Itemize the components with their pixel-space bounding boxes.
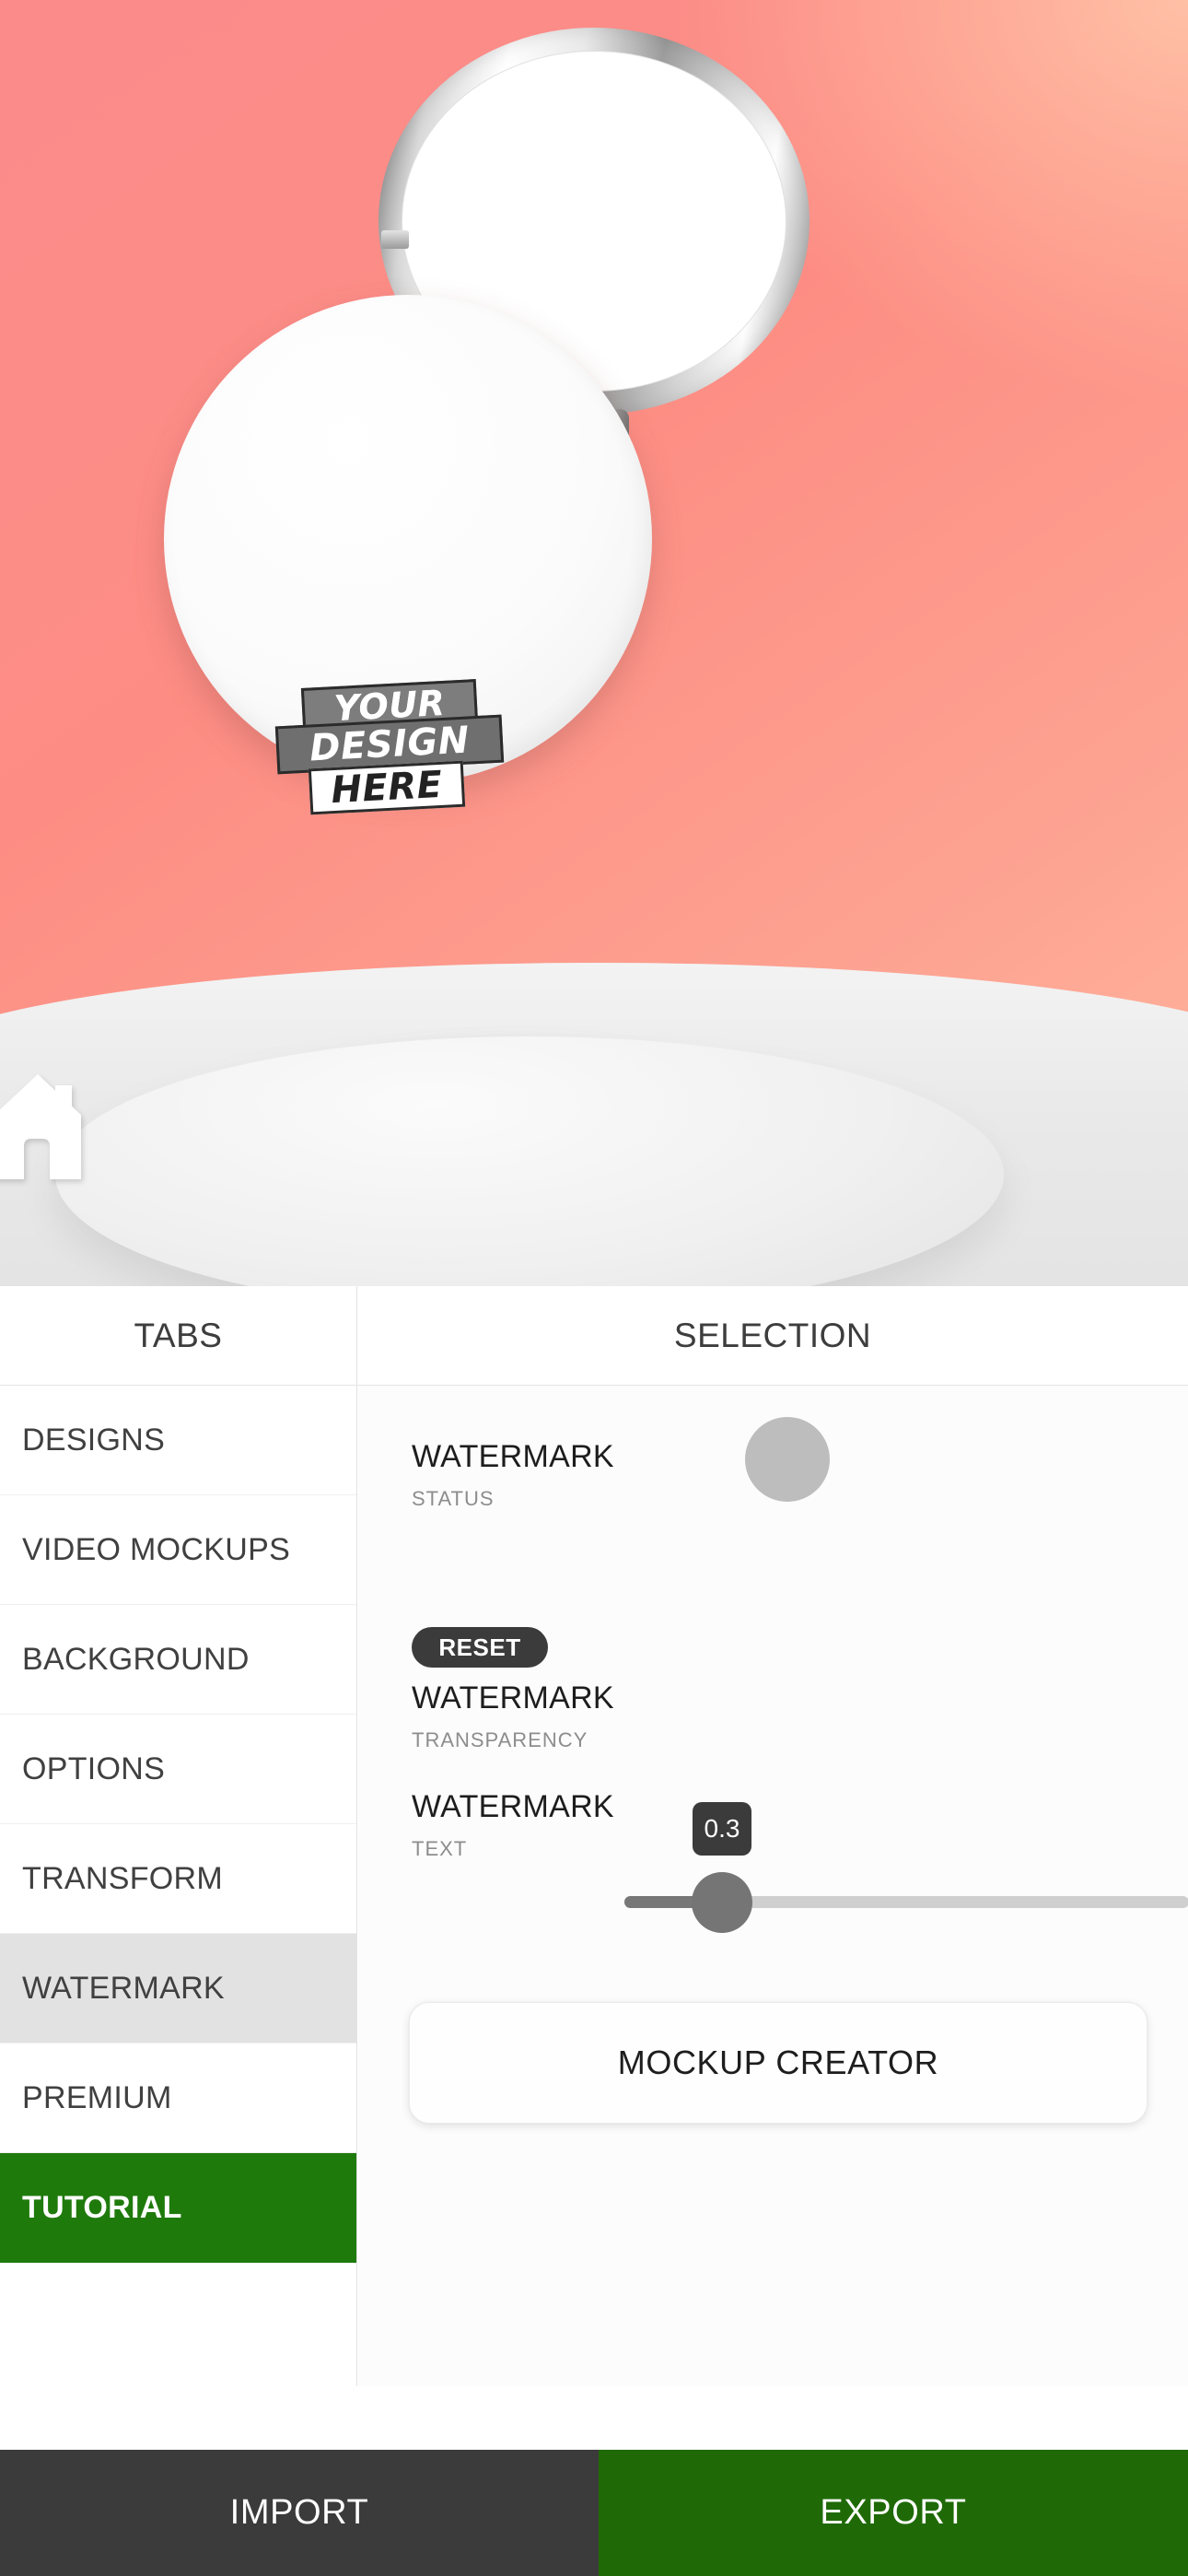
watermark-text-label: WATERMARK	[412, 1789, 614, 1824]
panel-header-bar: TABS SELECTION	[0, 1286, 1188, 1386]
selection-panel: WATERMARK STATUS RESET WATERMARK TRANSPA…	[358, 1386, 1188, 2386]
sidebar-item-options[interactable]: OPTIONS	[0, 1715, 356, 1824]
sidebar-item-label: OPTIONS	[22, 1751, 166, 1786]
watermark-transparency-sublabel: TRANSPARENCY	[412, 1728, 588, 1751]
mockup-preview[interactable]: YOUR DESIGN HERE	[0, 0, 1188, 1286]
sidebar-item-label: BACKGROUND	[22, 1641, 250, 1677]
keyring-gap	[381, 230, 409, 249]
sidebar-item-tutorial[interactable]: TUTORIAL	[0, 2153, 356, 2263]
sidebar-item-transform[interactable]: TRANSFORM	[0, 1824, 356, 1934]
sidebar-item-watermark[interactable]: WATERMARK	[0, 1934, 356, 2043]
sidebar-item-label: VIDEO MOCKUPS	[22, 1531, 291, 1567]
transparency-slider[interactable]: 0.3	[624, 1386, 1188, 2386]
sidebar-item-label: PREMIUM	[22, 2079, 172, 2115]
watermark-status-sublabel: STATUS	[412, 1487, 495, 1510]
sidebar-item-label: TUTORIAL	[22, 2189, 182, 2225]
export-button[interactable]: EXPORT	[599, 2450, 1188, 2576]
app-root: YOUR DESIGN HERE TABS SELECTION DESIGNS …	[0, 0, 1188, 2576]
sidebar-item-designs[interactable]: DESIGNS	[0, 1386, 356, 1495]
bottom-action-bar: IMPORT EXPORT	[0, 2450, 1188, 2576]
watermark-status-label: WATERMARK	[412, 1439, 614, 1474]
design-artwork: YOUR DESIGN HERE	[274, 679, 516, 815]
slider-thumb[interactable]	[692, 1872, 752, 1933]
selection-column-header: SELECTION	[673, 1316, 872, 1354]
home-icon[interactable]	[0, 1058, 88, 1187]
watermark-text-sublabel: TEXT	[412, 1837, 468, 1860]
sidebar-item-premium[interactable]: PREMIUM	[0, 2043, 356, 2153]
sidebar-item-label: DESIGNS	[22, 1422, 166, 1458]
watermark-transparency-label: WATERMARK	[412, 1680, 614, 1715]
mockup-creator-button[interactable]: MOCKUP CREATOR	[409, 2002, 1147, 2124]
sidebar-item-label: TRANSFORM	[22, 1860, 224, 1896]
sidebar-item-label: WATERMARK	[22, 1970, 225, 2006]
artwork-line-3: HERE	[308, 760, 466, 815]
reset-button[interactable]: RESET	[412, 1627, 548, 1668]
sidebar-item-background[interactable]: BACKGROUND	[0, 1605, 356, 1715]
sidebar-item-video-mockups[interactable]: VIDEO MOCKUPS	[0, 1495, 356, 1605]
slider-value-bubble: 0.3	[693, 1802, 751, 1856]
tabs-column-header: TABS	[0, 1286, 357, 1385]
import-button[interactable]: IMPORT	[0, 2450, 599, 2576]
tabs-sidebar: DESIGNS VIDEO MOCKUPS BACKGROUND OPTIONS…	[0, 1386, 357, 2386]
